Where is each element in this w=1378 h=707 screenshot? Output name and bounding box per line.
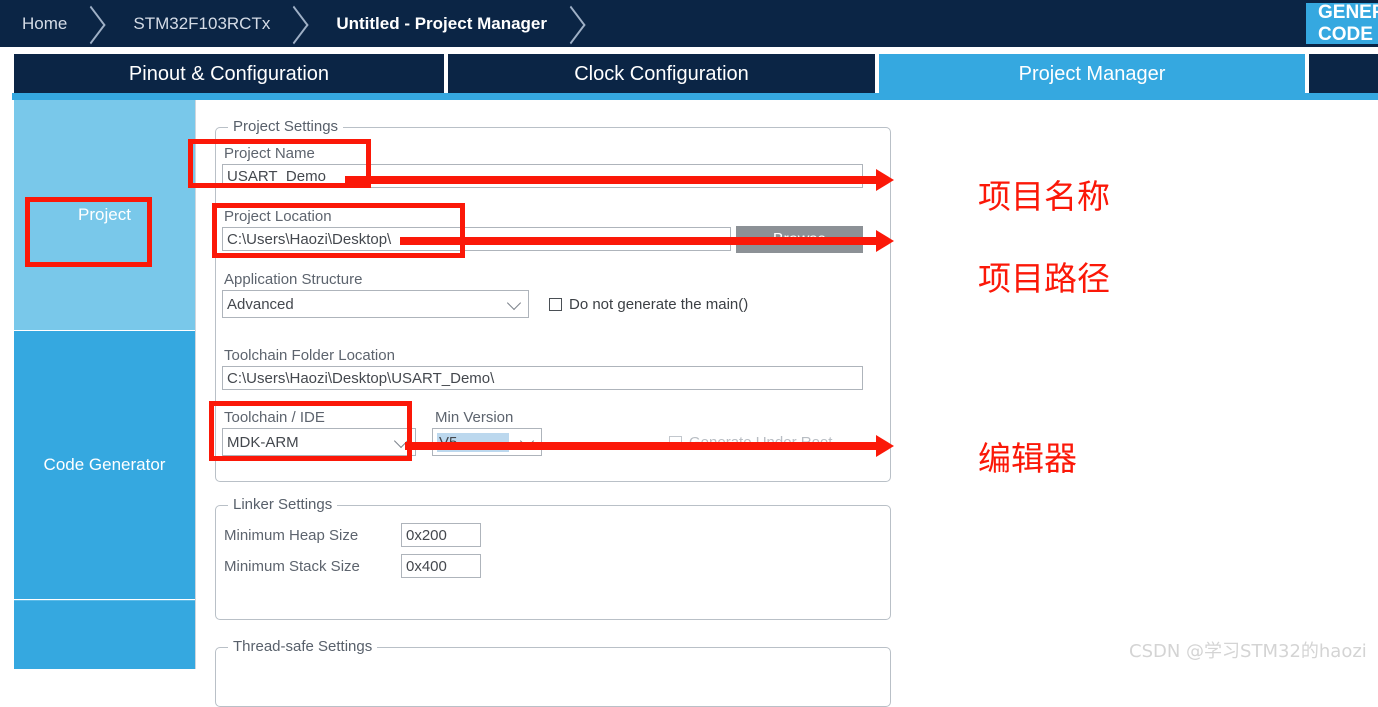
do-not-generate-main-label: Do not generate the main() bbox=[569, 296, 749, 313]
application-structure-select[interactable]: Advanced bbox=[222, 290, 529, 318]
breadcrumb-label: Untitled - Project Manager bbox=[336, 13, 547, 33]
project-settings-title: Project Settings bbox=[228, 118, 344, 135]
toolchain-ide-value: MDK-ARM bbox=[227, 433, 299, 451]
breadcrumb-chevron-icon bbox=[77, 0, 111, 47]
tab-label: Project Manager bbox=[1018, 62, 1166, 85]
annotation-label-editor: 编辑器 bbox=[978, 439, 1077, 478]
project-location-label: Project Location bbox=[224, 208, 332, 225]
breadcrumb-item-project-manager[interactable]: Untitled - Project Manager bbox=[314, 0, 557, 47]
project-manager-panel: Project Settings Project Name USART_Demo… bbox=[195, 100, 1378, 707]
breadcrumb-chevron-icon bbox=[280, 0, 314, 47]
do-not-generate-main-checkbox[interactable]: Do not generate the main() bbox=[549, 296, 748, 313]
min-stack-size-input[interactable]: 0x400 bbox=[401, 554, 481, 578]
annotation-arrow-toolchain-ide bbox=[405, 435, 894, 457]
thread-safe-settings-group: Thread-safe Settings bbox=[215, 638, 891, 707]
tab-clock-configuration[interactable]: Clock Configuration bbox=[446, 54, 877, 94]
toolchain-folder-value: C:\Users\Haozi\Desktop\USART_Demo\ bbox=[227, 369, 495, 387]
annotation-label-project-name: 项目名称 bbox=[978, 177, 1110, 216]
application-structure-label: Application Structure bbox=[224, 271, 363, 288]
linker-settings-title: Linker Settings bbox=[228, 496, 338, 513]
thread-safe-settings-title: Thread-safe Settings bbox=[228, 638, 378, 655]
breadcrumb-item-home[interactable]: Home bbox=[0, 0, 77, 47]
tab-label: Clock Configuration bbox=[574, 62, 749, 85]
annotation-label-project-path: 项目路径 bbox=[978, 259, 1110, 298]
breadcrumb-label: STM32F103RCTx bbox=[133, 13, 271, 33]
checkbox-icon bbox=[549, 298, 562, 311]
annotation-leader-project-name bbox=[345, 177, 405, 182]
sidebar-item-label: Code Generator bbox=[43, 455, 166, 474]
generate-code-button[interactable]: GENERATE CODE bbox=[1306, 3, 1378, 44]
chevron-down-icon bbox=[506, 295, 522, 311]
project-name-value: USART_Demo bbox=[227, 167, 326, 185]
min-heap-size-label: Minimum Heap Size bbox=[224, 527, 359, 544]
watermark-text: CSDN @学习STM32的haozi bbox=[1129, 641, 1367, 662]
min-stack-size-label: Minimum Stack Size bbox=[224, 558, 360, 575]
project-name-label: Project Name bbox=[224, 145, 315, 162]
annotation-arrow-project-name bbox=[345, 169, 894, 191]
toolchain-ide-label: Toolchain / IDE bbox=[224, 409, 325, 426]
breadcrumb-bar: Home STM32F103RCTx Untitled - Project Ma… bbox=[0, 0, 1378, 47]
project-manager-sidebar: Project Code Generator bbox=[14, 100, 195, 669]
tab-tools[interactable] bbox=[1307, 54, 1378, 94]
project-location-value: C:\Users\Haozi\Desktop\ bbox=[227, 230, 392, 248]
sidebar-item-code-generator[interactable]: Code Generator bbox=[14, 331, 195, 599]
toolchain-folder-input[interactable]: C:\Users\Haozi\Desktop\USART_Demo\ bbox=[222, 366, 863, 390]
application-structure-value: Advanced bbox=[227, 295, 294, 313]
toolchain-ide-select[interactable]: MDK-ARM bbox=[222, 428, 416, 456]
tab-project-manager[interactable]: Project Manager bbox=[877, 54, 1307, 94]
breadcrumb-label: Home bbox=[22, 13, 68, 33]
tab-label: Pinout & Configuration bbox=[128, 62, 330, 85]
generate-code-label: GENERATE CODE bbox=[1318, 3, 1378, 44]
min-heap-size-value: 0x200 bbox=[406, 526, 447, 544]
min-stack-size-value: 0x400 bbox=[406, 557, 447, 575]
sidebar-item-project[interactable]: Project bbox=[14, 100, 195, 330]
annotation-arrow-project-location bbox=[400, 230, 894, 252]
breadcrumb-chevron-icon bbox=[557, 0, 591, 47]
sidebar-item-label: Project bbox=[78, 205, 131, 224]
toolchain-folder-label: Toolchain Folder Location bbox=[224, 347, 395, 364]
sidebar-item-advanced-settings[interactable] bbox=[14, 600, 195, 669]
tab-underline bbox=[12, 93, 1378, 100]
breadcrumb-item-mcu[interactable]: STM32F103RCTx bbox=[111, 0, 280, 47]
min-version-label: Min Version bbox=[435, 409, 514, 426]
tab-pinout-configuration[interactable]: Pinout & Configuration bbox=[12, 54, 446, 94]
min-heap-size-input[interactable]: 0x200 bbox=[401, 523, 481, 547]
